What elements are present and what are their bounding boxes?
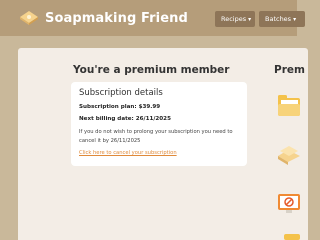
page-title: You're a premium member — [73, 64, 230, 76]
decorative-icon — [284, 234, 300, 240]
soap-stack-icon — [278, 146, 300, 165]
folder-icon — [278, 95, 300, 116]
batches-menu-label: Batches — [265, 15, 292, 23]
recipes-menu-label: Recipes — [221, 15, 247, 23]
cancel-subscription-link[interactable]: Click here to cancel your subscription — [79, 150, 177, 156]
subscription-title: Subscription details — [79, 88, 163, 98]
subscription-plan: Subscription plan: $39.99 — [79, 104, 161, 110]
cancellation-note: If you do not wish to prolong your subsc… — [79, 129, 233, 144]
premium-features-heading: Prem — [274, 64, 305, 76]
soap-bar-icon[interactable] — [18, 9, 40, 25]
recipes-menu-button[interactable]: Recipes ▾ — [215, 11, 255, 27]
chevron-down-icon: ▾ — [248, 16, 252, 23]
chevron-down-icon: ▾ — [293, 16, 297, 23]
batches-menu-button[interactable]: Batches ▾ — [259, 11, 305, 27]
next-billing-date: Next billing date: 26/11/2025 — [79, 116, 171, 122]
brand-name[interactable]: Soapmaking Friend — [45, 11, 188, 26]
monitor-icon — [278, 194, 300, 213]
